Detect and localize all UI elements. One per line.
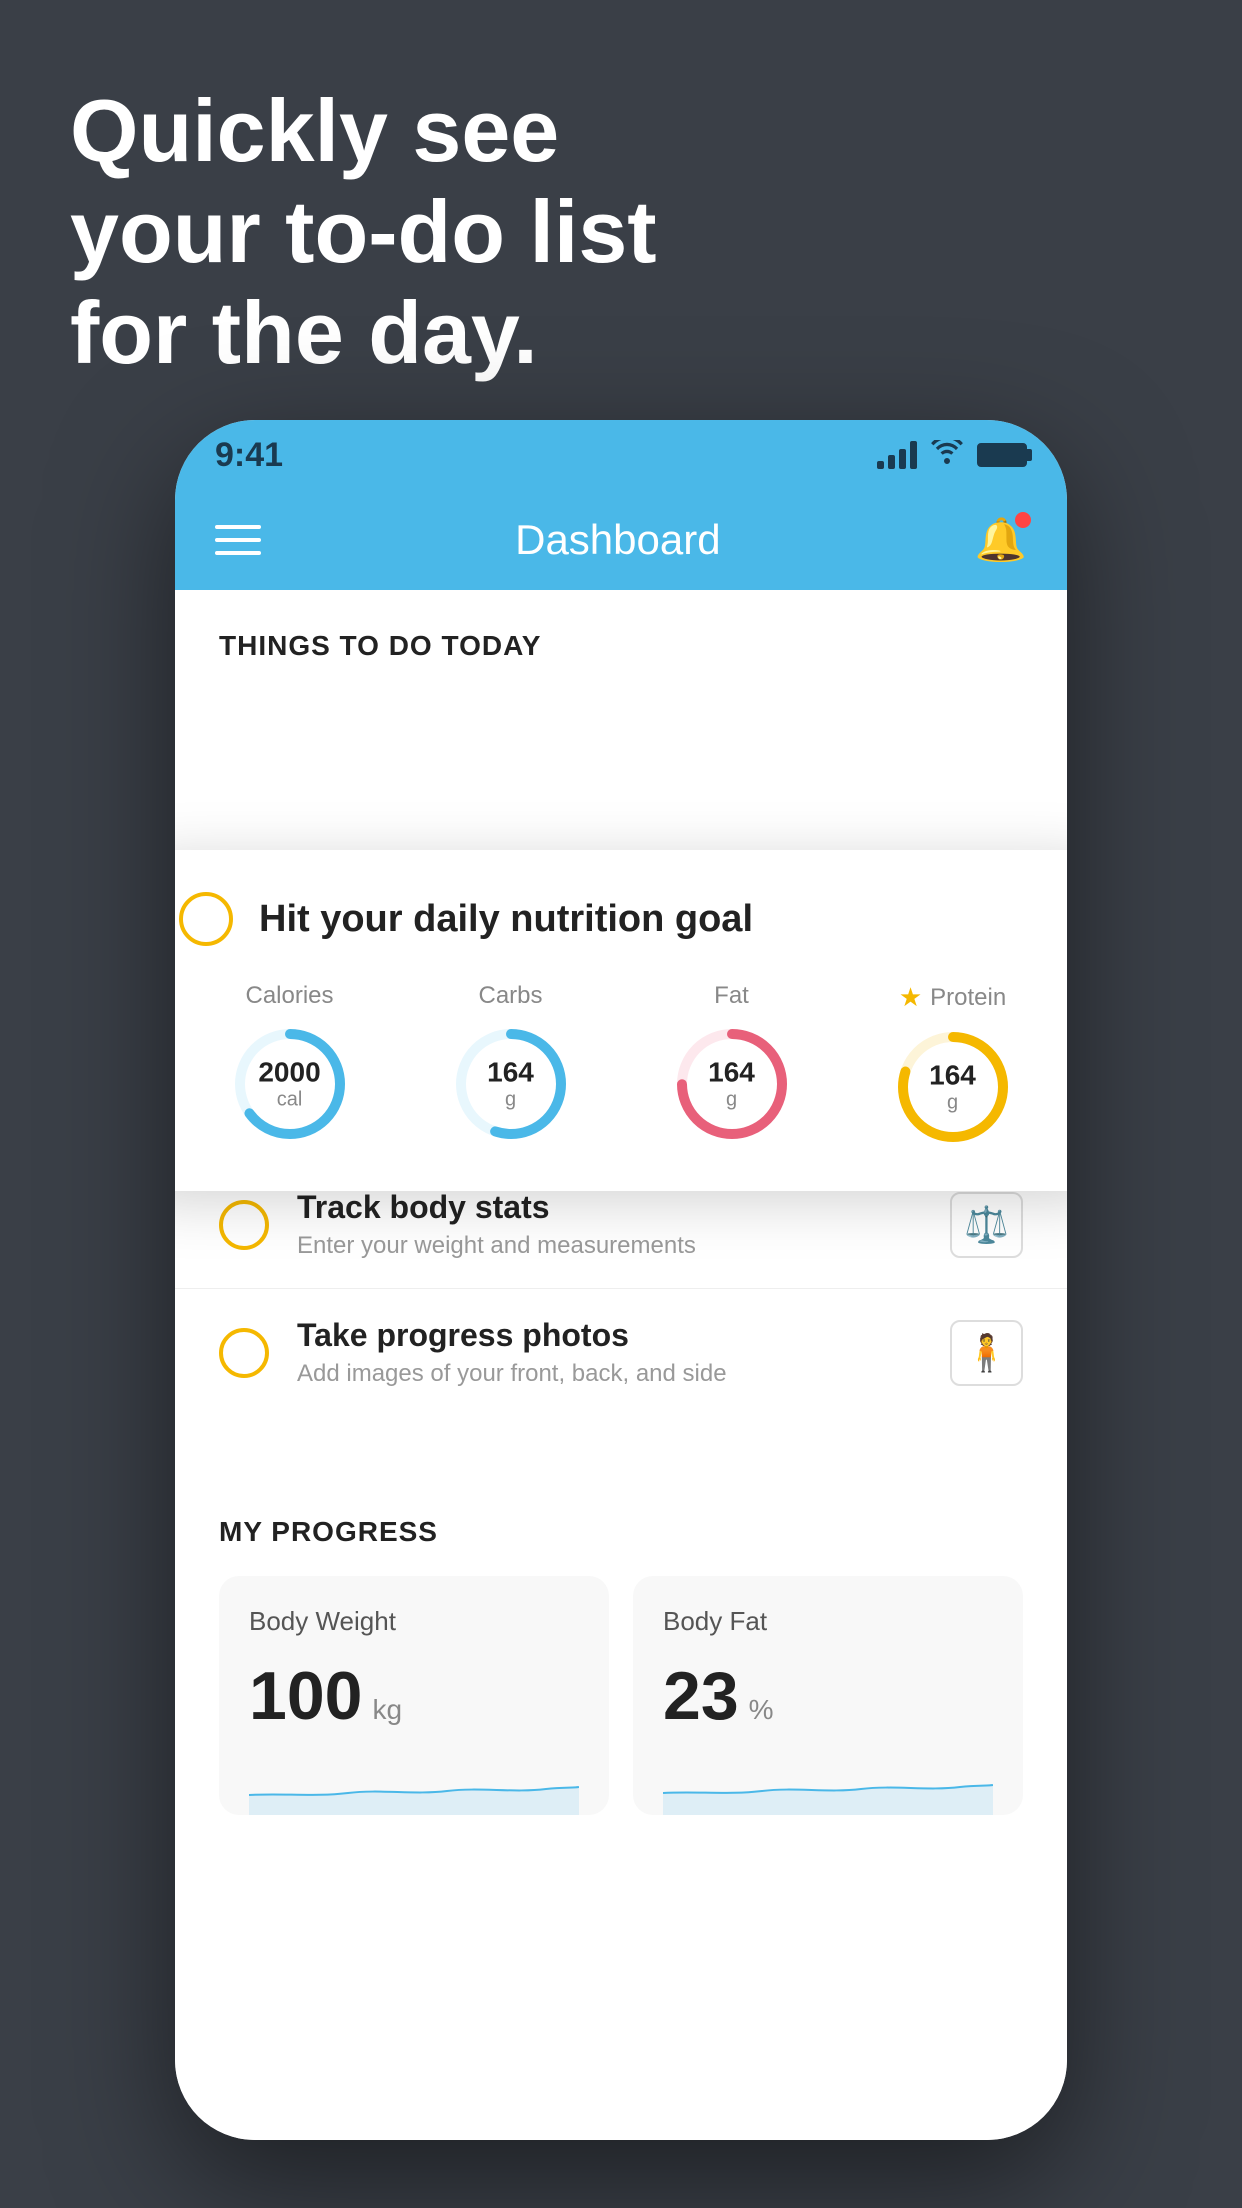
carbs-value: 164 g (487, 1058, 534, 1111)
fat-item: Fat 164 g (672, 982, 792, 1144)
calories-value: 2000 cal (258, 1058, 320, 1111)
card-title: Hit your daily nutrition goal (259, 898, 753, 941)
calories-item: Calories 2000 cal (230, 982, 350, 1144)
body-stats-text: Track body stats Enter your weight and m… (297, 1189, 922, 1260)
signal-icon (877, 441, 917, 469)
scale-icon: ⚖️ (950, 1192, 1023, 1258)
header-title: Dashboard (515, 516, 720, 564)
my-progress-title: MY PROGRESS (219, 1516, 1023, 1548)
my-progress-section: MY PROGRESS Body Weight 100 kg (175, 1476, 1067, 1815)
body-weight-chart (249, 1755, 579, 1815)
headline-line2: your to-do list (70, 182, 657, 281)
notification-bell[interactable]: 🔔 (975, 516, 1027, 565)
hero-headline: Quickly see your to-do list for the day. (70, 80, 657, 384)
body-fat-title: Body Fat (663, 1606, 993, 1637)
things-to-do-title: THINGS TO DO TODAY (219, 630, 1023, 662)
protein-value: 164 g (929, 1061, 976, 1114)
nutrition-row: Calories 2000 cal Carbs (179, 982, 1063, 1147)
todo-item-photos[interactable]: Take progress photos Add images of your … (175, 1288, 1067, 1416)
phone-mockup: 9:41 Dashboard 🔔 (175, 420, 1067, 2140)
photos-desc: Add images of your front, back, and side (297, 1360, 922, 1388)
body-weight-unit: kg (372, 1694, 402, 1726)
menu-button[interactable] (215, 525, 261, 555)
body-weight-value: 100 kg (249, 1657, 579, 1735)
headline-line1: Quickly see (70, 81, 559, 180)
calories-label: Calories (245, 982, 333, 1010)
fat-label: Fat (714, 982, 749, 1010)
goal-check-circle[interactable] (179, 892, 233, 946)
body-fat-unit: % (749, 1694, 774, 1726)
protein-ring: 164 g (893, 1027, 1013, 1147)
body-fat-chart (663, 1755, 993, 1815)
status-time: 9:41 (215, 436, 283, 475)
photos-check (219, 1328, 269, 1378)
body-stats-name: Track body stats (297, 1189, 922, 1226)
carbs-item: Carbs 164 g (451, 982, 571, 1144)
calories-ring: 2000 cal (230, 1024, 350, 1144)
app-content: THINGS TO DO TODAY Hit your daily nutrit… (175, 590, 1067, 2140)
fat-ring: 164 g (672, 1024, 792, 1144)
fat-value: 164 g (708, 1058, 755, 1111)
wifi-icon (931, 439, 963, 471)
body-fat-number: 23 (663, 1657, 739, 1735)
body-stats-desc: Enter your weight and measurements (297, 1232, 922, 1260)
status-icons (877, 439, 1027, 471)
body-fat-card[interactable]: Body Fat 23 % (633, 1576, 1023, 1815)
battery-icon (977, 443, 1027, 467)
carbs-ring: 164 g (451, 1024, 571, 1144)
protein-label: ★ Protein (899, 982, 1006, 1013)
notification-dot (1015, 512, 1031, 528)
status-bar: 9:41 (175, 420, 1067, 490)
photos-text: Take progress photos Add images of your … (297, 1317, 922, 1388)
body-stats-check (219, 1200, 269, 1250)
things-to-do-section: THINGS TO DO TODAY (175, 590, 1067, 692)
photos-name: Take progress photos (297, 1317, 922, 1354)
progress-cards: Body Weight 100 kg Body Fat (219, 1576, 1023, 1815)
protein-item: ★ Protein 164 g (893, 982, 1013, 1147)
person-icon: 🧍 (950, 1320, 1023, 1386)
app-header: Dashboard 🔔 (175, 490, 1067, 590)
card-header: Hit your daily nutrition goal (179, 892, 1063, 946)
nutrition-card: Hit your daily nutrition goal Calories 2… (175, 850, 1067, 1191)
carbs-label: Carbs (478, 982, 542, 1010)
body-weight-card[interactable]: Body Weight 100 kg (219, 1576, 609, 1815)
star-icon: ★ (899, 982, 922, 1013)
body-fat-value: 23 % (663, 1657, 993, 1735)
body-weight-title: Body Weight (249, 1606, 579, 1637)
headline-line3: for the day. (70, 283, 538, 382)
body-weight-number: 100 (249, 1657, 362, 1735)
